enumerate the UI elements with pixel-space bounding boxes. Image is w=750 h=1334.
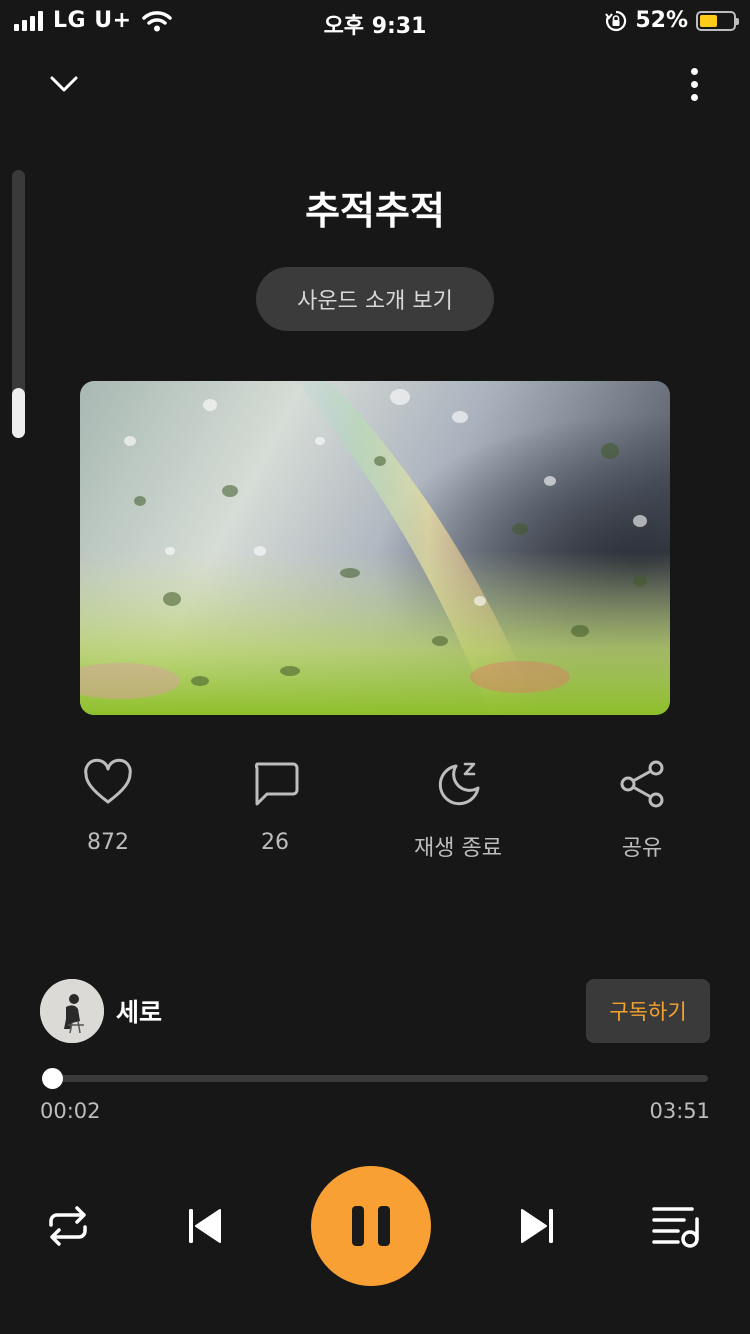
artist-info[interactable]: 세로 (40, 979, 162, 1043)
current-time: 00:02 (40, 1099, 101, 1123)
previous-button[interactable] (180, 1202, 228, 1250)
share-button[interactable]: 공유 (572, 758, 712, 862)
status-bar: LG U+ 오후 9:31 52% (0, 0, 750, 44)
total-time: 03:51 (649, 1099, 710, 1123)
playlist-button[interactable] (648, 1200, 706, 1252)
cover-art (80, 381, 670, 715)
like-count: 872 (87, 830, 129, 855)
collapse-button[interactable] (44, 66, 84, 102)
track-title: 추적추적 (305, 189, 445, 233)
status-right: 52% (605, 8, 739, 33)
previous-icon (189, 1209, 221, 1243)
next-button[interactable] (514, 1202, 562, 1250)
artist-name[interactable]: 세로 (116, 993, 162, 1029)
progress-knob[interactable] (42, 1068, 63, 1089)
subscribe-button[interactable]: 구독하기 (586, 979, 710, 1043)
more-options-button[interactable] (682, 62, 706, 106)
sleep-timer-icon (438, 762, 480, 806)
repeat-icon (49, 1206, 87, 1246)
progress-bar[interactable] (52, 1075, 708, 1082)
comment-button[interactable]: 26 (205, 758, 345, 855)
heart-icon (84, 758, 132, 804)
pause-icon (352, 1206, 364, 1246)
scroll-thumb[interactable] (12, 388, 25, 438)
avatar[interactable] (40, 979, 104, 1043)
comment-count: 26 (261, 830, 289, 855)
next-icon (521, 1209, 553, 1243)
sleep-timer-button[interactable]: 재생 종료 (388, 758, 528, 862)
like-button[interactable]: 872 (38, 758, 178, 855)
more-vertical-icon (690, 67, 698, 75)
share-icon (620, 760, 664, 808)
repeat-button[interactable] (42, 1198, 94, 1254)
rotation-lock-icon (605, 10, 627, 31)
player-screen: LG U+ 오후 9:31 52% 추적추적 사운드 소개 보기 872 26 … (0, 0, 750, 1334)
battery-icon (696, 10, 739, 31)
sleep-timer-label: 재생 종료 (414, 836, 502, 861)
action-row: 872 26 재생 종료 공유 (0, 758, 750, 868)
share-label: 공유 (621, 836, 663, 861)
battery-percent: 52% (635, 8, 688, 33)
chevron-down-icon (50, 76, 78, 92)
comment-icon (254, 762, 299, 806)
battery-level (700, 14, 717, 27)
playlist-icon (652, 1207, 699, 1248)
pause-button[interactable] (311, 1166, 431, 1286)
sound-intro-button[interactable]: 사운드 소개 보기 (256, 267, 494, 331)
